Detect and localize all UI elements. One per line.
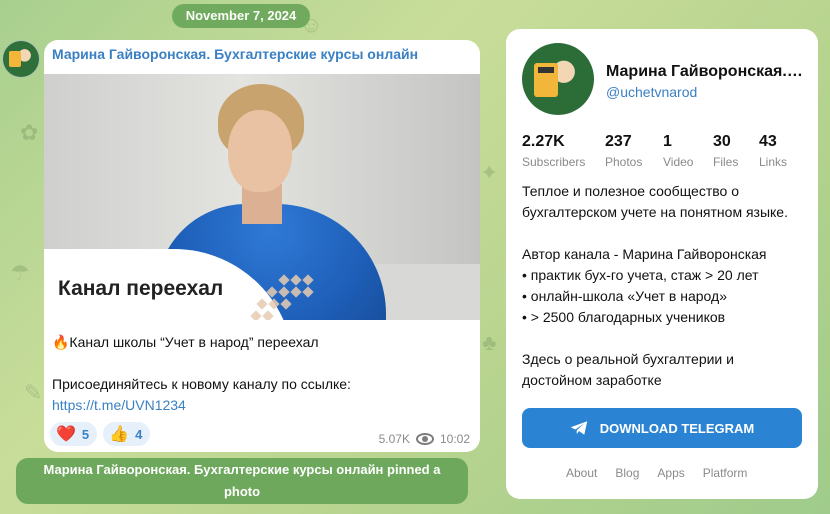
stat-value: 30 — [713, 133, 731, 150]
eye-icon — [415, 433, 434, 445]
channel-description: Теплое и полезное сообщество о бухгалтер… — [522, 181, 802, 391]
photo-person-face — [228, 110, 292, 192]
channel-stats: 2.27K Subscribers 237 Photos 1 Video 30 … — [522, 133, 799, 169]
reaction-count: 5 — [81, 426, 90, 442]
telegram-plane-icon — [570, 421, 587, 435]
reaction-heart[interactable]: ❤️ 5 — [50, 422, 98, 446]
decorative-dots — [250, 274, 322, 320]
description-line: Автор канала - Марина Гайворонская — [522, 246, 767, 262]
description-line: • онлайн-школа «Учет в народ» — [522, 288, 727, 304]
reaction-thumbs-up[interactable]: 👍 4 — [103, 422, 151, 446]
thumbs-up-icon: 👍 — [109, 426, 130, 443]
footer-link-apps[interactable]: Apps — [657, 466, 684, 480]
channel-handle[interactable]: @uchetvnarod — [606, 84, 697, 100]
channel-avatar-small[interactable] — [2, 40, 40, 78]
description-line: Здесь о реальной бухгалтерии и — [522, 351, 734, 367]
stat-files: 30 Files — [713, 133, 759, 169]
footer-links: About Blog Apps Platform — [566, 466, 747, 480]
stat-photos: 237 Photos — [605, 133, 663, 169]
description-line: • практик бух-го учета, стаж > 20 лет — [522, 267, 759, 283]
background-doodle-icon: ✿ — [20, 120, 39, 145]
reactions: ❤️ 5 👍 4 — [50, 422, 151, 446]
heart-icon: ❤️ — [56, 426, 76, 443]
description-line — [522, 223, 802, 244]
date-pill: November 7, 2024 — [172, 4, 310, 28]
message-text: 🔥Канал школы “Учет в народ” переехал При… — [52, 332, 472, 416]
footer-link-about[interactable]: About — [566, 466, 597, 480]
background-doodle-icon: ✎ — [24, 380, 43, 405]
message-text-line — [52, 353, 472, 374]
footer-link-platform[interactable]: Platform — [703, 466, 748, 480]
message-text-line: Присоединяйтесь к новому каналу по ссылк… — [52, 376, 351, 392]
description-line — [522, 328, 802, 349]
channel-message: Марина Гайворонская. Бухгалтерские курсы… — [44, 40, 480, 452]
stat-label: Files — [713, 155, 739, 169]
description-line: • > 2500 благодарных учеников — [522, 309, 726, 325]
stat-label: Links — [759, 155, 788, 169]
stat-label: Photos — [605, 155, 643, 169]
channel-name: Марина Гайворонская. Бухгалтерские курсы… — [606, 63, 806, 80]
pinned-notice[interactable]: Марина Гайворонская. Бухгалтерские курсы… — [16, 458, 468, 504]
download-telegram-button[interactable]: DOWNLOAD TELEGRAM — [522, 408, 802, 448]
stat-value: 43 — [759, 133, 777, 150]
description-line: достойном заработке — [522, 372, 662, 388]
photo-title: Канал переехал — [58, 277, 224, 300]
stat-subscribers: 2.27K Subscribers — [522, 133, 605, 169]
stat-value: 1 — [663, 133, 672, 150]
channel-info-card: Марина Гайворонская. Бухгалтерские курсы… — [506, 29, 818, 499]
stat-value: 237 — [605, 133, 632, 150]
stat-label: Subscribers — [522, 155, 586, 169]
stat-value: 2.27K — [522, 133, 565, 150]
stat-video: 1 Video — [663, 133, 713, 169]
footer-link-blog[interactable]: Blog — [615, 466, 639, 480]
stat-label: Video — [663, 155, 694, 169]
description-line: Теплое и полезное сообщество о — [522, 183, 739, 199]
message-time: 10:02 — [439, 432, 470, 446]
message-text-line: 🔥Канал школы “Учет в народ” переехал — [52, 334, 319, 350]
reaction-count: 4 — [135, 426, 143, 442]
message-author[interactable]: Марина Гайворонская. Бухгалтерские курсы… — [52, 46, 418, 62]
background-doodle-icon: ☂ — [10, 260, 30, 285]
message-photo[interactable]: Канал переехал — [44, 74, 480, 320]
view-count: 5.07K — [378, 432, 410, 446]
background-doodle-icon: ✦ — [480, 160, 499, 185]
channel-avatar — [522, 43, 594, 115]
message-link[interactable]: https://t.me/UVN1234 — [52, 395, 472, 416]
stat-links: 43 Links — [759, 133, 799, 169]
message-meta: 5.07K 10:02 — [379, 432, 470, 446]
background-doodle-icon: ♣ — [482, 330, 497, 355]
download-button-label: DOWNLOAD TELEGRAM — [599, 420, 755, 436]
description-line: бухгалтерском учете на понятном языке. — [522, 204, 788, 220]
